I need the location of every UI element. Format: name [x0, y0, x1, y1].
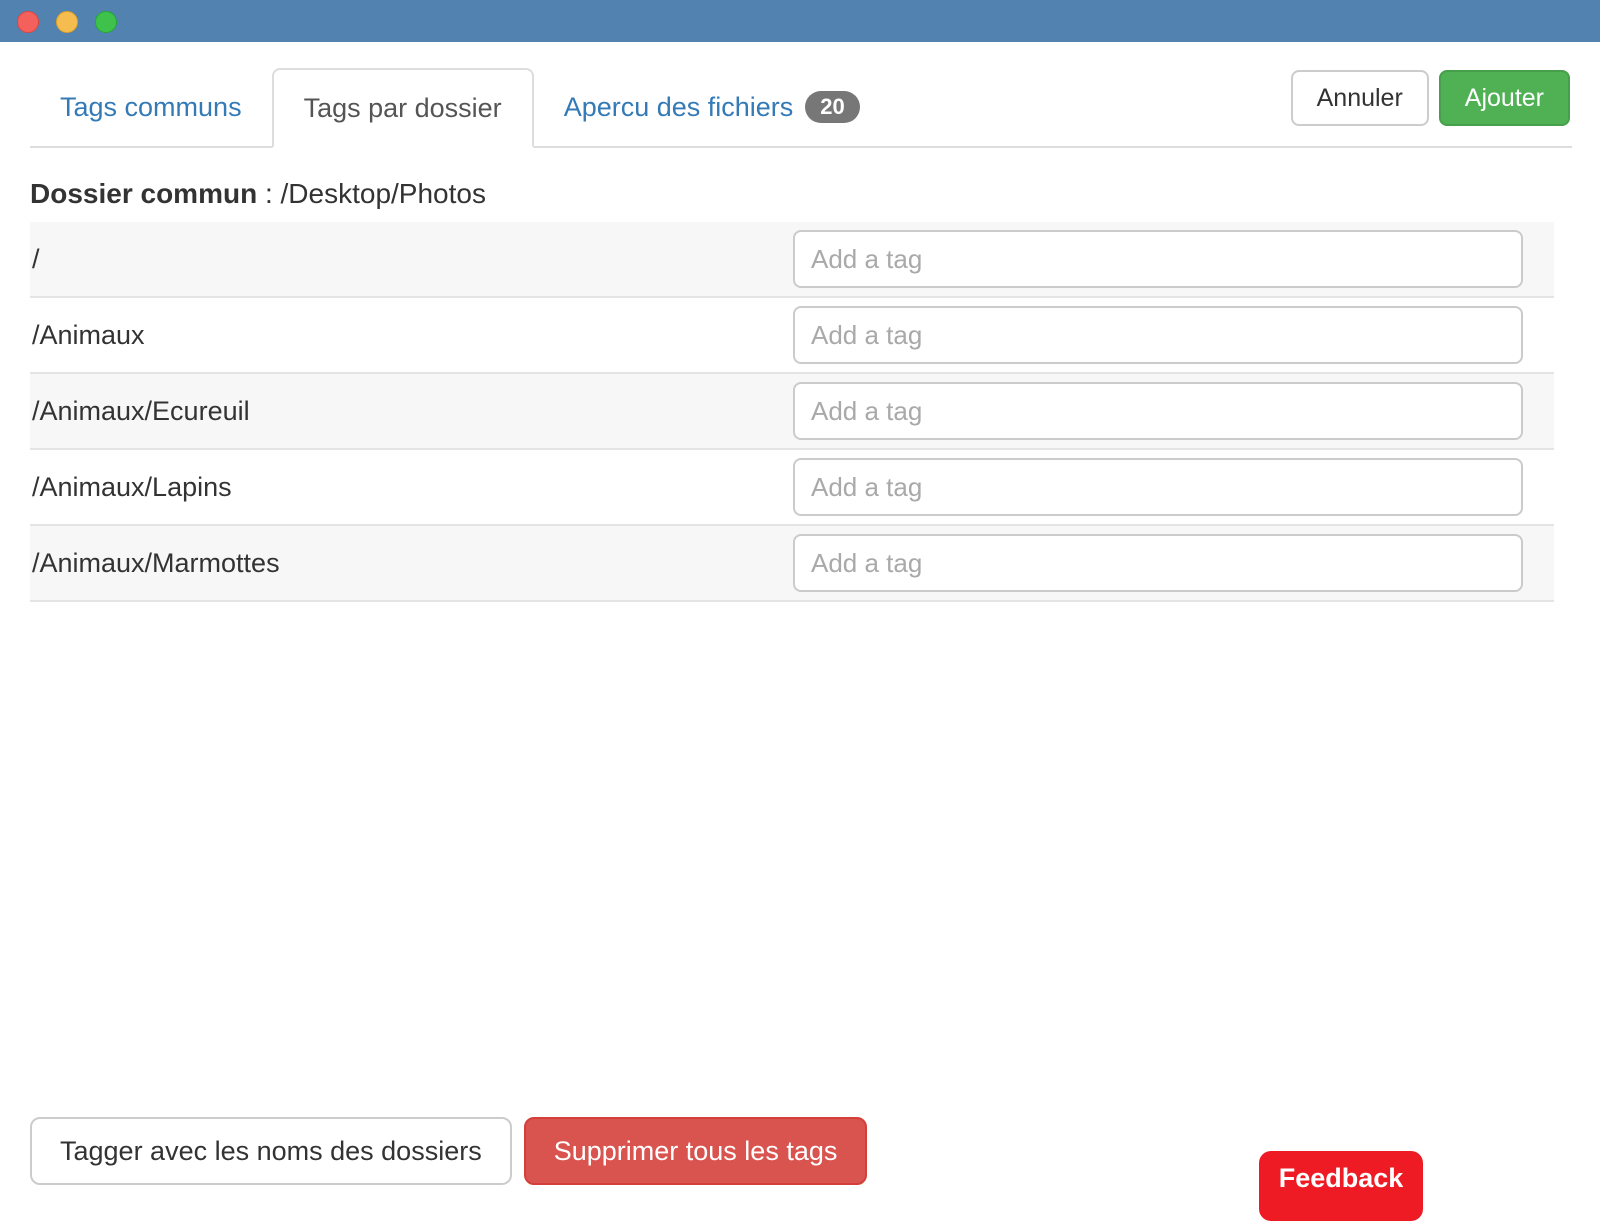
tab-tags-communs-label: Tags communs — [60, 92, 242, 123]
tab-tags-par-dossier[interactable]: Tags par dossier — [272, 68, 534, 148]
table-row: /Animaux — [30, 298, 1554, 374]
close-button[interactable] — [17, 11, 39, 33]
folder-path: /Animaux/Marmottes — [32, 548, 793, 579]
tab-apercu-des-fichiers-label: Apercu des fichiers — [564, 92, 794, 123]
tag-input[interactable] — [793, 306, 1523, 364]
tag-input[interactable] — [793, 534, 1523, 592]
table-row: /Animaux/Ecureuil — [30, 374, 1554, 450]
tab-tags-par-dossier-label: Tags par dossier — [304, 93, 502, 124]
folder-path: / — [32, 244, 793, 275]
tag-input[interactable] — [793, 382, 1523, 440]
table-row: /Animaux/Marmottes — [30, 526, 1554, 602]
folder-path: /Animaux/Lapins — [32, 472, 793, 503]
table-row: /Animaux/Lapins — [30, 450, 1554, 526]
common-folder-separator: : — [257, 178, 280, 209]
folder-tag-table: / /Animaux /Animaux/Ecureuil /Animaux/La… — [30, 222, 1554, 602]
tag-with-folder-names-button[interactable]: Tagger avec les noms des dossiers — [30, 1117, 512, 1185]
common-folder-label: Dossier commun — [30, 178, 257, 209]
folder-path: /Animaux — [32, 320, 793, 351]
tag-input[interactable] — [793, 230, 1523, 288]
bottom-actions: Tagger avec les noms des dossiers Suppri… — [30, 1117, 867, 1185]
tag-input[interactable] — [793, 458, 1523, 516]
feedback-label: Feedback — [1279, 1163, 1404, 1194]
cancel-button[interactable]: Annuler — [1291, 70, 1429, 126]
zoom-button[interactable] — [95, 11, 117, 33]
tab-tags-communs[interactable]: Tags communs — [30, 68, 272, 146]
minimize-button[interactable] — [56, 11, 78, 33]
header-actions: Annuler Ajouter — [1291, 70, 1570, 126]
file-count-badge: 20 — [805, 91, 859, 123]
table-row: / — [30, 222, 1554, 298]
common-folder-path: /Desktop/Photos — [281, 178, 486, 209]
folder-path: /Animaux/Ecureuil — [32, 396, 793, 427]
common-folder-heading: Dossier commun : /Desktop/Photos — [30, 178, 486, 210]
feedback-button[interactable]: Feedback — [1259, 1151, 1423, 1221]
tab-apercu-des-fichiers[interactable]: Apercu des fichiers 20 — [534, 68, 890, 146]
delete-all-tags-button[interactable]: Supprimer tous les tags — [524, 1117, 868, 1185]
add-button[interactable]: Ajouter — [1439, 70, 1570, 126]
window-titlebar — [0, 0, 1600, 42]
